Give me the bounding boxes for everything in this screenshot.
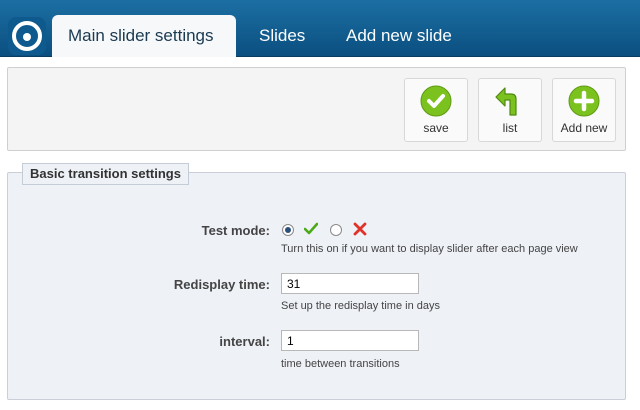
- panel-legend: Basic transition settings: [22, 163, 189, 185]
- test-mode-help: Turn this on if you want to display slid…: [281, 243, 578, 255]
- basic-transition-settings-panel: Basic transition settings Test mode: Tur…: [7, 163, 626, 400]
- check-icon: [304, 222, 318, 235]
- app-logo-icon: [8, 17, 46, 55]
- toolbar: save list Add new: [7, 67, 626, 151]
- interval-label: interval:: [219, 334, 270, 349]
- test-mode-off-radio[interactable]: [330, 224, 342, 236]
- plus-icon: [568, 85, 600, 117]
- save-check-icon: [420, 85, 452, 117]
- tab-main-slider-settings[interactable]: Main slider settings: [52, 15, 236, 57]
- tab-slides[interactable]: Slides: [259, 15, 305, 57]
- interval-help: time between transitions: [281, 358, 400, 370]
- save-button[interactable]: save: [404, 78, 468, 142]
- list-button[interactable]: list: [478, 78, 542, 142]
- save-label: save: [423, 121, 449, 135]
- add-new-label: Add new: [560, 121, 608, 135]
- test-mode-on-radio[interactable]: [282, 224, 294, 236]
- top-navigation-bar: Main slider settings Slides Add new slid…: [0, 0, 640, 57]
- tab-add-new-slide[interactable]: Add new slide: [346, 15, 452, 57]
- back-arrow-icon: [495, 87, 517, 116]
- test-mode-label: Test mode:: [201, 223, 270, 238]
- redisplay-time-help: Set up the redisplay time in days: [281, 300, 440, 312]
- interval-input[interactable]: [281, 330, 419, 351]
- add-new-button[interactable]: Add new: [552, 78, 616, 142]
- list-label: list: [502, 121, 518, 135]
- redisplay-time-input[interactable]: [281, 273, 419, 294]
- cross-icon: [353, 222, 367, 236]
- redisplay-time-label: Redisplay time:: [173, 277, 270, 292]
